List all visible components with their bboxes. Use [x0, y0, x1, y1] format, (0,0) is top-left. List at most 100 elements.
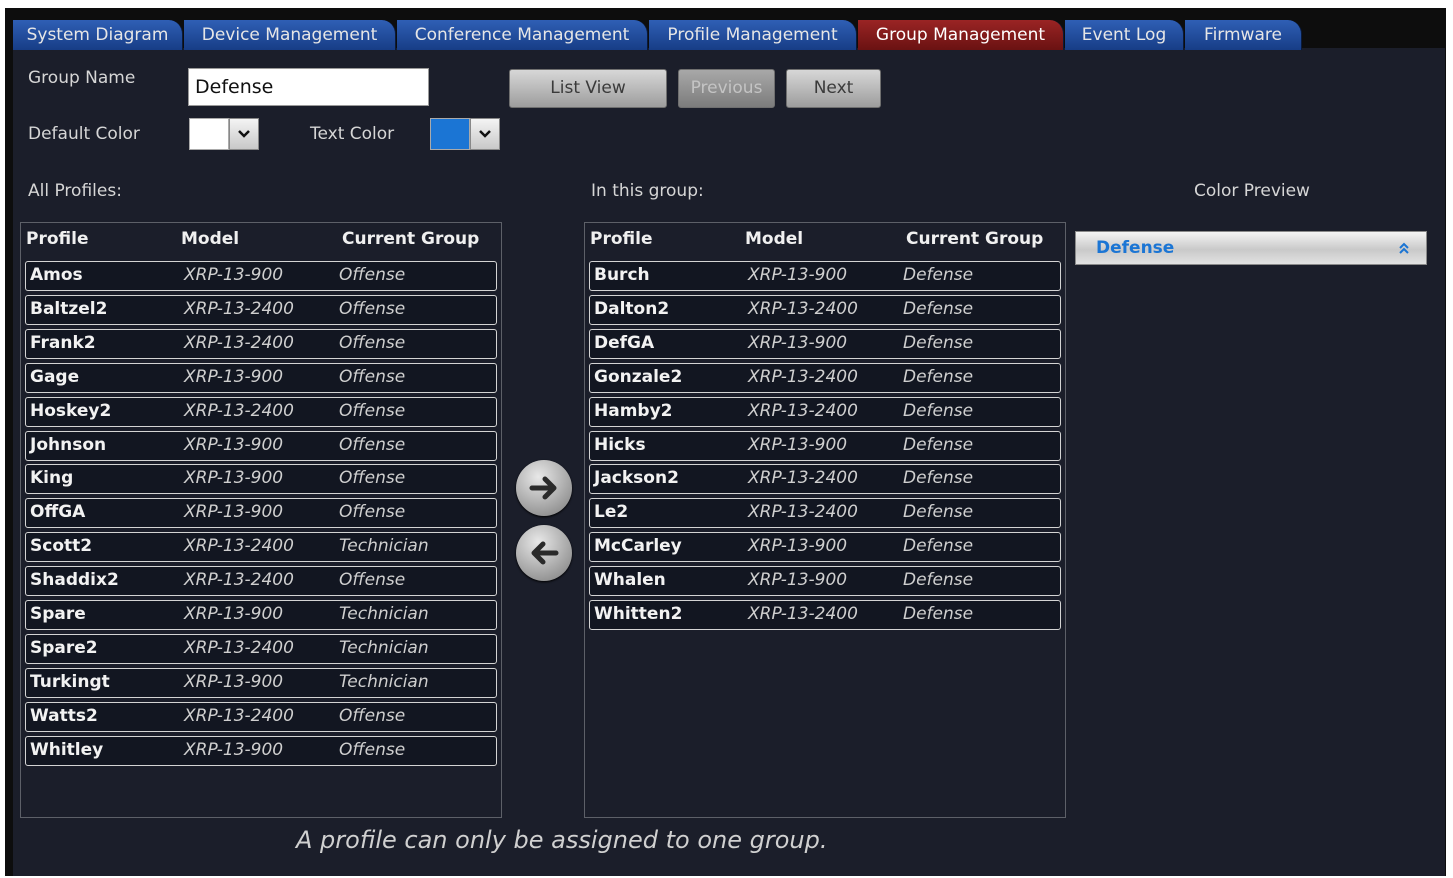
profile-cell: Spare: [30, 604, 86, 624]
chevron-down-icon[interactable]: [229, 118, 259, 150]
group-name-label: Group Name: [28, 68, 136, 88]
previous-button[interactable]: Previous: [678, 69, 775, 108]
table-row[interactable]: Dalton2 XRP-13-2400 Defense: [589, 294, 1061, 325]
table-row[interactable]: DefGA XRP-13-900 Defense: [589, 328, 1061, 359]
current-group-cell: Defense: [903, 604, 974, 624]
list-view-button[interactable]: List View: [509, 69, 667, 108]
tab-device-management[interactable]: Device Management: [184, 20, 396, 50]
table-row[interactable]: Turkingt XRP-13-900 Technician: [25, 667, 497, 698]
table-row[interactable]: Shaddix2 XRP-13-2400 Offense: [25, 566, 497, 597]
column-header-model[interactable]: Model: [745, 223, 803, 255]
table-row[interactable]: Burch XRP-13-900 Defense: [589, 261, 1061, 291]
arrow-right-icon: [529, 476, 557, 500]
in-group-title: In this group:: [591, 181, 704, 201]
table-row[interactable]: Hamby2 XRP-13-2400 Defense: [589, 396, 1061, 427]
tab-firmware[interactable]: Firmware: [1185, 20, 1302, 50]
table-row[interactable]: Johnson XRP-13-900 Offense: [25, 430, 497, 461]
table-row[interactable]: Frank2 XRP-13-2400 Offense: [25, 328, 497, 359]
column-header-model[interactable]: Model: [181, 223, 239, 255]
current-group-cell: Offense: [339, 366, 406, 387]
table-row[interactable]: Whalen XRP-13-900 Defense: [589, 566, 1061, 597]
column-header-profile[interactable]: Profile: [590, 223, 652, 255]
color-preview-bar: Defense: [1075, 231, 1427, 265]
profile-cell: Scott2: [30, 536, 93, 557]
current-group-cell: Offense: [339, 570, 406, 591]
tab-event-log[interactable]: Event Log: [1065, 20, 1184, 50]
model-cell: XRP-13-2400: [748, 502, 858, 523]
table-row[interactable]: Spare2 XRP-13-2400 Technician: [25, 633, 497, 664]
table-row[interactable]: Gonzale2 XRP-13-2400 Defense: [589, 362, 1061, 393]
current-group-cell: Defense: [903, 265, 974, 285]
in-group-list[interactable]: Profile Model Current Group Burch XRP-13-…: [584, 222, 1066, 818]
current-group-cell: Defense: [903, 502, 974, 523]
profile-cell: Shaddix2: [30, 570, 119, 591]
profile-cell: Baltzel2: [30, 298, 108, 319]
next-button[interactable]: Next: [786, 69, 881, 108]
preview-group-label: Defense: [1096, 238, 1175, 258]
current-group-cell: Offense: [339, 502, 406, 523]
profile-cell: King: [30, 468, 74, 489]
default-color-swatch: [189, 118, 229, 150]
table-row[interactable]: Whitten2 XRP-13-2400 Defense: [589, 600, 1061, 630]
all-profiles-title: All Profiles:: [28, 181, 122, 201]
model-cell: XRP-13-900: [748, 332, 848, 353]
table-row[interactable]: OffGA XRP-13-900 Offense: [25, 498, 497, 529]
current-group-cell: Offense: [339, 434, 406, 455]
profile-cell: DefGA: [594, 332, 655, 353]
profile-cell: Gonzale2: [594, 366, 683, 387]
model-cell: XRP-13-900: [184, 739, 284, 760]
model-cell: XRP-13-2400: [184, 570, 294, 591]
chevron-down-icon[interactable]: [470, 118, 500, 150]
current-group-cell: Technician: [339, 671, 429, 692]
table-row[interactable]: King XRP-13-900 Offense: [25, 464, 497, 495]
profile-cell: Jackson2: [594, 468, 679, 489]
current-group-cell: Defense: [903, 434, 974, 455]
current-group-cell: Technician: [339, 536, 429, 557]
list-header: Profile Model Current Group: [21, 223, 501, 257]
tab-profile-management[interactable]: Profile Management: [649, 20, 857, 50]
current-group-cell: Defense: [903, 298, 974, 319]
model-cell: XRP-13-900: [184, 366, 284, 387]
model-cell: XRP-13-2400: [184, 536, 294, 557]
all-profiles-list[interactable]: Profile Model Current Group Amos XRP-13-9…: [20, 222, 502, 818]
table-row[interactable]: Baltzel2 XRP-13-2400 Offense: [25, 294, 497, 325]
model-cell: XRP-13-900: [184, 671, 284, 692]
table-row[interactable]: Scott2 XRP-13-2400 Technician: [25, 532, 497, 563]
model-cell: XRP-13-2400: [748, 298, 858, 319]
table-row[interactable]: Spare XRP-13-900 Technician: [25, 600, 497, 630]
table-row[interactable]: Jackson2 XRP-13-2400 Defense: [589, 464, 1061, 495]
tab-conference-management[interactable]: Conference Management: [397, 20, 648, 50]
profile-cell: Hamby2: [594, 400, 673, 421]
table-row[interactable]: Hicks XRP-13-900 Defense: [589, 430, 1061, 461]
table-row[interactable]: Watts2 XRP-13-2400 Offense: [25, 701, 497, 732]
model-cell: XRP-13-900: [748, 536, 848, 557]
add-to-group-button[interactable]: [516, 460, 572, 516]
remove-from-group-button[interactable]: [516, 525, 572, 581]
current-group-cell: Defense: [903, 468, 974, 489]
tab-system-diagram[interactable]: System Diagram: [13, 20, 183, 50]
table-row[interactable]: Le2 XRP-13-2400 Defense: [589, 498, 1061, 529]
profile-cell: OffGA: [30, 502, 86, 523]
table-row[interactable]: Hoskey2 XRP-13-2400 Offense: [25, 396, 497, 427]
current-group-cell: Offense: [339, 400, 406, 421]
table-row[interactable]: McCarley XRP-13-900 Defense: [589, 532, 1061, 563]
column-header-current-group[interactable]: Current Group: [906, 223, 1043, 255]
current-group-cell: Offense: [339, 298, 406, 319]
column-header-profile[interactable]: Profile: [26, 223, 88, 255]
profile-cell: Hicks: [594, 434, 646, 455]
model-cell: XRP-13-2400: [748, 604, 858, 624]
table-row[interactable]: Gage XRP-13-900 Offense: [25, 362, 497, 393]
profile-cell: Gage: [30, 366, 80, 387]
column-header-current-group[interactable]: Current Group: [342, 223, 479, 255]
model-cell: XRP-13-900: [184, 604, 284, 624]
group-name-input[interactable]: [188, 68, 429, 106]
model-cell: XRP-13-2400: [184, 637, 294, 658]
table-row[interactable]: Whitley XRP-13-900 Offense: [25, 735, 497, 766]
tab-group-management[interactable]: Group Management: [858, 20, 1064, 50]
profile-cell: Watts2: [30, 705, 98, 726]
model-cell: XRP-13-900: [748, 570, 848, 591]
model-cell: XRP-13-900: [184, 468, 284, 489]
table-row[interactable]: Amos XRP-13-900 Offense: [25, 261, 497, 291]
model-cell: XRP-13-900: [184, 265, 284, 285]
model-cell: XRP-13-900: [184, 434, 284, 455]
